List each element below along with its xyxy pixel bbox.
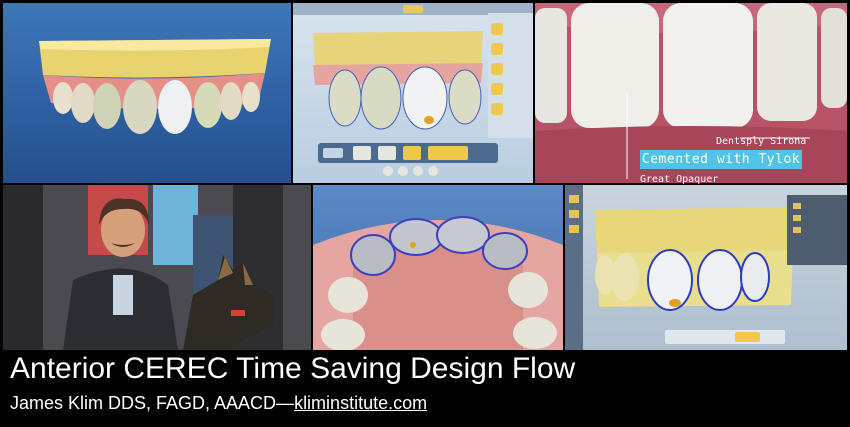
software-final-illustration	[565, 185, 847, 350]
clinical-callout: Cemented with Tylok	[640, 150, 802, 169]
cerec-software-design-panel	[293, 3, 533, 183]
occlusal-design-view-panel	[313, 185, 563, 350]
website-link[interactable]: kliminstitute.com	[294, 393, 427, 413]
clinical-label-bottom: Great Opaquer	[640, 174, 719, 185]
cerec-software-final-panel	[565, 185, 847, 350]
software-design-illustration	[293, 3, 533, 176]
presentation-title: Anterior CEREC Time Saving Design Flow	[10, 352, 576, 385]
presenter-illustration	[3, 185, 311, 350]
presenter-photo-panel	[3, 185, 311, 350]
presenter-credit: James Klim DDS, FAGD, AAACD—kliminstitut…	[10, 392, 427, 414]
clinical-label-top: Dentsply Sirona	[716, 136, 807, 147]
presenter-name: James Klim DDS, FAGD, AAACD—	[10, 393, 295, 413]
occlusal-illustration	[313, 216, 563, 350]
design-model-illustration	[39, 39, 271, 134]
design-model-frontal-panel	[3, 3, 291, 183]
